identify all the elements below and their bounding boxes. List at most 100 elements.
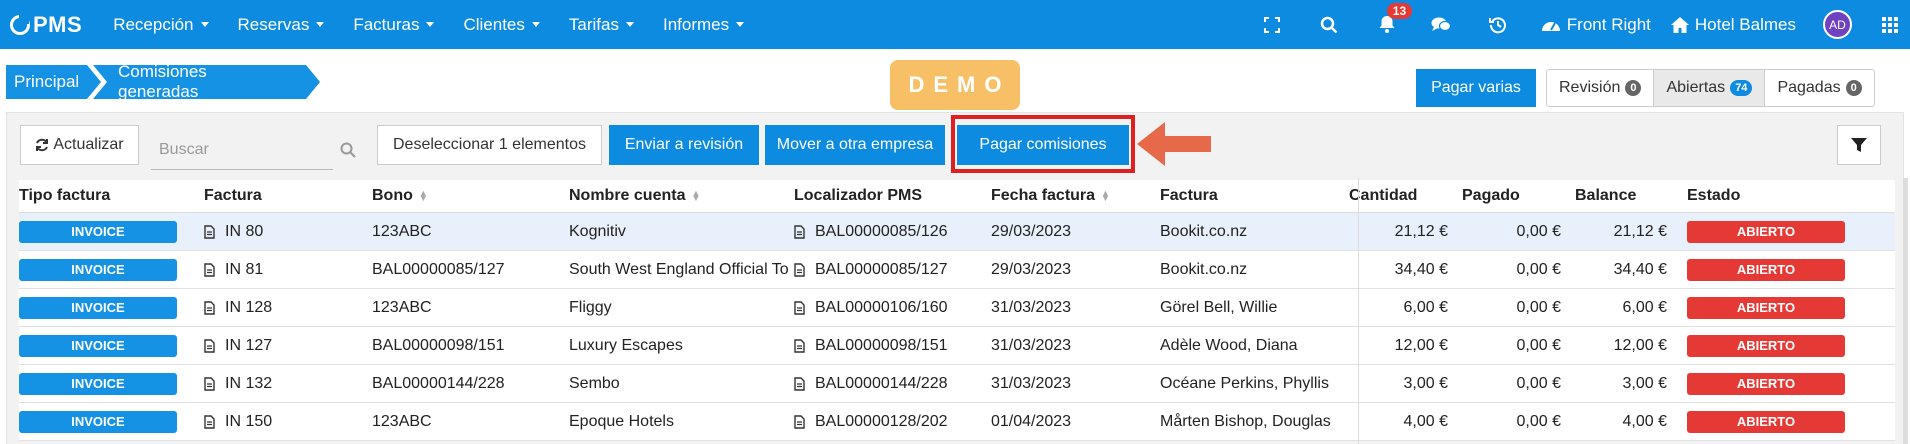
table-row[interactable]: INVOICE IN 128 123ABC Fliggy BAL00000106/160…: [19, 289, 1895, 327]
menu-reservas[interactable]: Reservas: [238, 15, 325, 35]
locator-value[interactable]: BAL00000128/202: [815, 413, 948, 431]
search-input[interactable]: [151, 130, 333, 170]
tab-revision[interactable]: Revisión 0: [1547, 70, 1655, 106]
tab-abiertas[interactable]: Abiertas 74: [1654, 70, 1766, 106]
menu-informes[interactable]: Informes: [662, 14, 745, 35]
document-icon[interactable]: [794, 376, 805, 391]
fullscreen-icon[interactable]: [1263, 16, 1280, 33]
col-factura2: Factura: [1160, 187, 1218, 204]
account-name: Fliggy: [569, 298, 612, 316]
document-icon[interactable]: [204, 224, 215, 239]
avatar[interactable]: AD: [1823, 10, 1852, 39]
menu-label: Informes: [662, 14, 730, 34]
balance-value: 3,00 €: [1622, 374, 1667, 392]
status-badge: ABIERTO: [1687, 372, 1845, 395]
cell-factura2: Océane Perkins, Phyllis: [1160, 375, 1349, 393]
cell-estado: ABIERTO: [1687, 334, 1847, 357]
col-fecha[interactable]: Fecha factura ▲ ▼: [991, 187, 1160, 205]
account-name: Epoque Hotels: [569, 412, 674, 430]
menu-tarifas[interactable]: Tarifas: [569, 15, 634, 35]
refresh-icon: [36, 138, 49, 152]
menu-clientes[interactable]: Clientes: [463, 15, 540, 35]
locator-value[interactable]: BAL00000144/228: [815, 375, 948, 393]
table-row[interactable]: INVOICE IN 150 123ABC Epoque Hotels BAL00000…: [19, 403, 1895, 441]
filter-button[interactable]: [1837, 125, 1881, 165]
locator-value[interactable]: BAL00000098/151: [815, 337, 948, 355]
search-icon[interactable]: [1320, 16, 1338, 34]
home-icon: [1670, 16, 1689, 33]
document-icon[interactable]: [204, 414, 215, 429]
cell-pagado: 0,00 €: [1462, 223, 1575, 241]
send-review-button[interactable]: Enviar a revisión: [609, 125, 759, 165]
invoice-number[interactable]: IN 80: [225, 223, 263, 241]
history-icon[interactable]: [1488, 16, 1507, 34]
refresh-button[interactable]: Actualizar: [20, 125, 139, 165]
cell-factura2: Adèle Wood, Diana: [1160, 337, 1349, 355]
cell-localizador: BAL00000128/202: [794, 413, 991, 431]
document-icon[interactable]: [794, 300, 805, 315]
cell-nombre: Fliggy: [569, 299, 794, 317]
cell-factura: IN 128: [204, 299, 372, 317]
col-label: Nombre cuenta: [569, 187, 686, 204]
cell-nombre: Kognitiv: [569, 223, 794, 241]
cell-bono: BAL00000098/151: [372, 337, 569, 355]
type-badge: INVOICE: [19, 296, 177, 319]
menu-facturas[interactable]: Facturas: [353, 15, 435, 35]
col-balance: Balance: [1575, 187, 1637, 204]
locator-value[interactable]: BAL00000085/126: [815, 223, 948, 241]
apps-grid-icon[interactable]: [1882, 16, 1898, 33]
col-bono[interactable]: Bono ▲ ▼: [372, 187, 569, 205]
breadcrumb-home[interactable]: Principal: [6, 65, 101, 99]
paid-value: 0,00 €: [1516, 298, 1561, 316]
document-icon[interactable]: [794, 224, 805, 239]
type-badge: INVOICE: [19, 410, 177, 433]
invoice-number[interactable]: IN 81: [225, 261, 263, 279]
table-row[interactable]: INVOICE IN 132 BAL00000144/228 Sembo BAL0000…: [19, 365, 1895, 403]
table-row[interactable]: INVOICE IN 127 BAL00000098/151 Luxury Escap…: [19, 327, 1895, 365]
cell-cantidad: 3,00 €: [1349, 375, 1462, 393]
invoice-number[interactable]: IN 150: [225, 413, 272, 431]
app-logo[interactable]: PMS: [10, 12, 82, 38]
document-icon[interactable]: [204, 376, 215, 391]
cell-factura2: Mårten Bishop, Douglas: [1160, 413, 1349, 431]
cell-pagado: 0,00 €: [1462, 261, 1575, 279]
scrollbar[interactable]: [1903, 178, 1908, 444]
invoice-holder: Görel Bell, Willie: [1160, 298, 1278, 316]
chat-icon[interactable]: [1431, 16, 1451, 33]
cell-cantidad: 21,12 €: [1349, 223, 1462, 241]
locator-value[interactable]: BAL00000085/127: [815, 261, 948, 279]
breadcrumb-current[interactable]: Comisiones generadas: [93, 62, 320, 101]
cell-balance: 12,00 €: [1575, 337, 1687, 355]
cell-factura: IN 127: [204, 337, 372, 355]
document-icon[interactable]: [794, 262, 805, 277]
document-icon[interactable]: [204, 338, 215, 353]
arrow-left-icon: [1135, 119, 1213, 174]
paid-value: 0,00 €: [1516, 374, 1561, 392]
tab-pagadas[interactable]: Pagadas 0: [1765, 70, 1873, 106]
menu-recepcion[interactable]: Recepción: [113, 15, 209, 35]
document-icon[interactable]: [204, 300, 215, 315]
voucher-value: 123ABC: [372, 222, 432, 240]
invoice-number[interactable]: IN 132: [225, 375, 272, 393]
tab-count-badge: 74: [1730, 80, 1753, 96]
hotel-selector[interactable]: Hotel Balmes: [1670, 15, 1796, 35]
caret-down-icon: [625, 22, 634, 27]
bell-icon[interactable]: 13: [1378, 3, 1413, 34]
deselect-button[interactable]: Deseleccionar 1 elementos: [377, 125, 602, 165]
front-selector[interactable]: Front Right: [1541, 15, 1651, 35]
locator-value[interactable]: BAL00000106/160: [815, 299, 948, 317]
document-icon[interactable]: [794, 414, 805, 429]
document-icon[interactable]: [204, 262, 215, 277]
table-row[interactable]: INVOICE IN 80 123ABC Kognitiv BAL00000085/12…: [19, 213, 1895, 251]
invoice-number[interactable]: IN 127: [225, 337, 272, 355]
col-nombre[interactable]: Nombre cuenta ▲ ▼: [569, 187, 794, 205]
caret-down-icon: [531, 22, 540, 27]
pay-multiple-button[interactable]: Pagar varias: [1416, 69, 1536, 107]
cell-factura: IN 80: [204, 223, 372, 241]
cell-estado: ABIERTO: [1687, 258, 1847, 281]
table-row[interactable]: INVOICE IN 81 BAL00000085/127 South West En…: [19, 251, 1895, 289]
invoice-number[interactable]: IN 128: [225, 299, 272, 317]
move-company-button[interactable]: Mover a otra empresa: [765, 125, 945, 165]
voucher-value: BAL00000098/151: [372, 336, 505, 354]
document-icon[interactable]: [794, 338, 805, 353]
